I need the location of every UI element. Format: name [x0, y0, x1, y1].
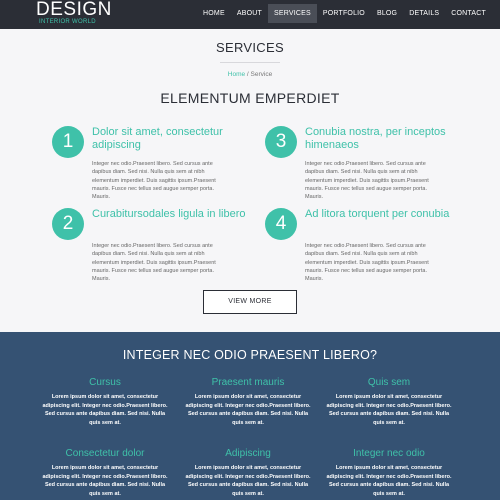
- nav-about[interactable]: ABOUT: [231, 4, 268, 23]
- feature-number-badge: 3: [265, 126, 297, 158]
- info-column-text: Lorem ipsum dolor sit amet, consectetur …: [185, 465, 311, 497]
- info-column-title: Quis sem: [367, 377, 411, 388]
- nav-portfolio[interactable]: PORTFOLIO: [317, 4, 371, 23]
- feature-title[interactable]: Conubia nostra, per inceptos himenaeos: [305, 126, 465, 152]
- info-column-title: Cursus: [89, 377, 121, 388]
- nav-contact[interactable]: CONTACT: [445, 4, 492, 23]
- info-column: Quis sem Lorem ipsum dolor sit amet, con…: [324, 377, 454, 427]
- breadcrumb-current: Service: [250, 71, 273, 78]
- breadcrumb-home-link[interactable]: Home: [228, 71, 245, 78]
- info-section-title: INTEGER NEC ODIO PRAESENT LIBERO?: [122, 348, 378, 362]
- nav-home[interactable]: HOME: [197, 4, 231, 23]
- info-column: Praesent mauris Lorem ipsum dolor sit am…: [183, 377, 313, 427]
- nav-blog[interactable]: BLOG: [371, 4, 403, 23]
- info-column-text: Lorem ipsum dolor sit amet, consectetur …: [326, 465, 452, 497]
- main-nav: HOME ABOUT SERVICES PORTFOLIO BLOG DETAI…: [197, 4, 492, 23]
- info-column-title: Integer nec odio: [353, 448, 425, 459]
- nav-details[interactable]: DETAILS: [403, 4, 445, 23]
- info-column-title: Consectetur dolor: [65, 448, 145, 459]
- info-column: Adipiscing Lorem ipsum dolor sit amet, c…: [183, 448, 313, 498]
- logo-title: DESIGN: [36, 0, 112, 20]
- feature-number-badge: 1: [52, 126, 84, 158]
- feature-text: Integer nec odio.Praesent libero. Sed cu…: [92, 243, 216, 283]
- top-navbar: DESIGN INTERIOR WORLD HOME ABOUT SERVICE…: [0, 0, 500, 29]
- logo[interactable]: DESIGN INTERIOR WORLD: [36, 0, 112, 26]
- info-column: Integer nec odio Lorem ipsum dolor sit a…: [324, 448, 454, 498]
- title-divider: [220, 62, 280, 63]
- nav-services[interactable]: SERVICES: [267, 4, 317, 23]
- info-column-title: Adipiscing: [225, 448, 271, 459]
- info-section: INTEGER NEC ODIO PRAESENT LIBERO? Cursus…: [0, 332, 500, 500]
- feature-text: Integer nec odio.Praesent libero. Sed cu…: [305, 243, 429, 283]
- breadcrumb: Home / Service: [0, 71, 500, 78]
- feature-number-badge: 2: [52, 208, 84, 240]
- logo-subtitle: INTERIOR WORLD: [39, 19, 96, 25]
- info-column-text: Lorem ipsum dolor sit amet, consectetur …: [42, 394, 168, 426]
- feature-text: Integer nec odio.Praesent libero. Sed cu…: [92, 161, 216, 201]
- info-column-text: Lorem ipsum dolor sit amet, consectetur …: [326, 394, 452, 426]
- info-column-text: Lorem ipsum dolor sit amet, consectetur …: [185, 394, 311, 426]
- view-more-button[interactable]: VIEW MORE: [203, 290, 297, 314]
- feature-title[interactable]: Dolor sit amet, consectetur adipiscing: [92, 126, 252, 152]
- section-subheading: ELEMENTUM EMPERDIET: [160, 90, 340, 106]
- feature-number-badge: 4: [265, 208, 297, 240]
- feature-text: Integer nec odio.Praesent libero. Sed cu…: [305, 161, 429, 201]
- info-column-title: Praesent mauris: [211, 377, 285, 388]
- feature-title[interactable]: Curabitursodales ligula in libero: [92, 208, 252, 221]
- info-column: Consectetur dolor Lorem ipsum dolor sit …: [40, 448, 170, 498]
- feature-title[interactable]: Ad litora torquent per conubia: [305, 208, 465, 221]
- page-title: SERVICES: [216, 40, 284, 55]
- info-column-text: Lorem ipsum dolor sit amet, consectetur …: [42, 465, 168, 497]
- info-column: Cursus Lorem ipsum dolor sit amet, conse…: [40, 377, 170, 427]
